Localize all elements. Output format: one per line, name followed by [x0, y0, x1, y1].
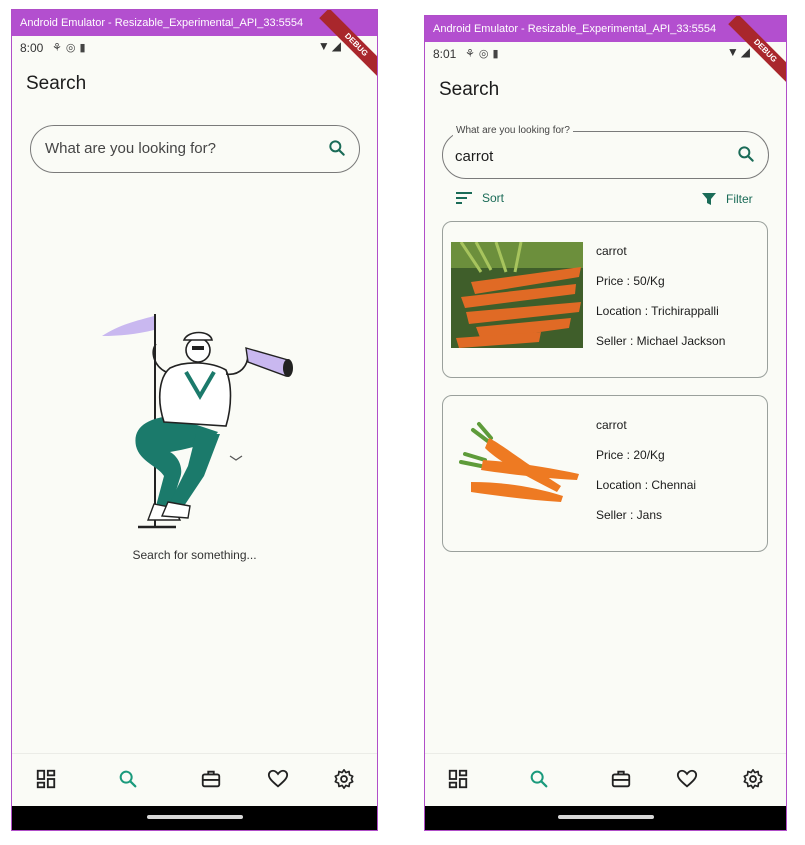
page-title: Search — [439, 79, 500, 100]
search-floating-label: What are you looking for? — [453, 125, 573, 136]
briefcase-icon[interactable] — [200, 768, 222, 790]
filter-label: Filter — [726, 192, 753, 206]
status-time: 8:01 — [433, 47, 457, 61]
wifi-signal-icons: ▼◢ — [317, 39, 343, 53]
result-card[interactable]: carrot Price : 20/Kg Location : Chennai … — [442, 395, 768, 552]
search-icon[interactable] — [327, 138, 347, 158]
briefcase-icon[interactable] — [610, 768, 632, 790]
dashboard-icon[interactable] — [447, 768, 469, 790]
search-placeholder: What are you looking for? — [45, 140, 216, 157]
carrot-image — [451, 416, 583, 522]
status-time: 8:00 — [20, 41, 44, 55]
gesture-navigation-bar — [425, 806, 786, 830]
home-gesture-handle[interactable] — [146, 815, 243, 819]
result-seller: Seller : Jans — [596, 508, 663, 522]
home-gesture-handle[interactable] — [557, 815, 654, 819]
dashboard-icon[interactable] — [35, 768, 57, 790]
search-input[interactable]: What are you looking for? carrot — [442, 125, 769, 179]
sort-button[interactable]: Sort — [455, 191, 504, 205]
search-value: carrot — [455, 148, 494, 165]
carrot-bunch-image — [451, 242, 583, 348]
result-details: carrot Price : 50/Kg Location : Trichira… — [596, 244, 725, 364]
status-notification-icons: ⚘◎▮ — [52, 42, 90, 54]
result-price: Price : 50/Kg — [596, 274, 665, 288]
gear-icon[interactable] — [333, 768, 355, 790]
filter-icon — [702, 193, 716, 205]
search-input[interactable]: What are you looking for? — [30, 125, 360, 173]
gesture-navigation-bar — [12, 806, 377, 830]
wifi-signal-icons: ▼◢ — [726, 45, 752, 59]
emulator-window-search-results: Android Emulator - Resizable_Experimenta… — [424, 15, 787, 831]
filter-button[interactable]: Filter — [701, 191, 753, 207]
sailor-spyglass-illustration — [102, 314, 293, 529]
status-bar: 8:01 ⚘◎▮ ▼◢ — [425, 42, 786, 64]
result-seller: Seller : Michael Jackson — [596, 334, 726, 348]
search-icon[interactable] — [528, 768, 550, 790]
status-notification-icons: ⚘◎▮ — [465, 48, 503, 60]
result-price: Price : 20/Kg — [596, 448, 665, 462]
bottom-nav-bar — [425, 753, 786, 806]
heart-icon[interactable] — [267, 768, 289, 790]
result-details: carrot Price : 20/Kg Location : Chennai … — [596, 418, 696, 538]
sort-icon — [456, 192, 472, 204]
result-location: Location : Trichirappalli — [596, 304, 719, 318]
result-name: carrot — [596, 418, 627, 432]
search-icon[interactable] — [736, 144, 756, 164]
emulator-window-empty-search: Android Emulator - Resizable_Experimenta… — [11, 9, 378, 831]
gear-icon[interactable] — [742, 768, 764, 790]
sort-label: Sort — [482, 191, 505, 205]
empty-state-text: Search for something... — [132, 548, 257, 562]
page-title: Search — [26, 73, 87, 94]
result-name: carrot — [596, 244, 627, 258]
result-card[interactable]: carrot Price : 50/Kg Location : Trichira… — [442, 221, 768, 378]
status-bar: 8:00 ⚘◎▮ ▼◢ — [12, 36, 377, 58]
result-location: Location : Chennai — [596, 478, 697, 492]
heart-icon[interactable] — [676, 768, 698, 790]
search-icon[interactable] — [117, 768, 139, 790]
bottom-nav-bar — [12, 753, 377, 806]
